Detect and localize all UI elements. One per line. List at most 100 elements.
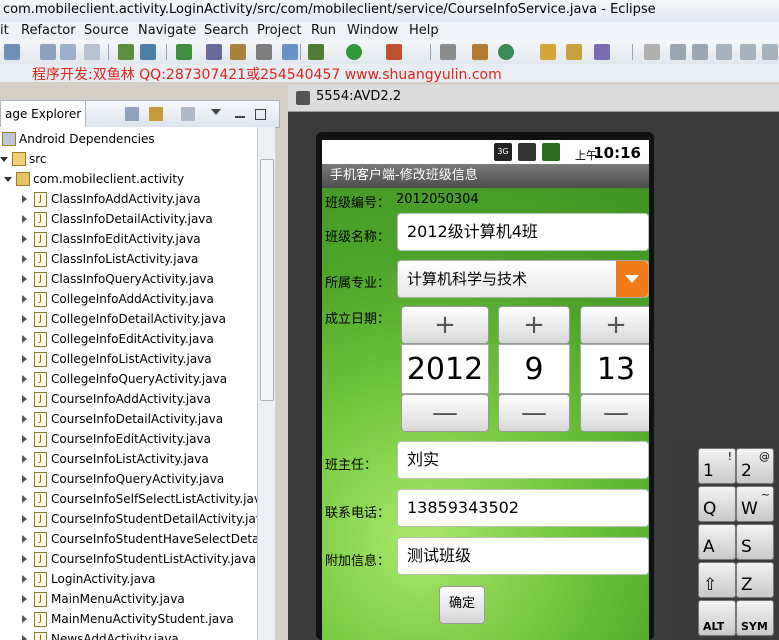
java-file-item[interactable]: J CollegeInfoAddActivity.java bbox=[0, 289, 257, 309]
java-file-item[interactable]: J CourseInfoSelfSelectListActivity.java bbox=[0, 489, 257, 509]
new-icon[interactable] bbox=[4, 44, 20, 60]
print-icon[interactable] bbox=[84, 44, 100, 60]
expand-right-icon[interactable] bbox=[22, 575, 27, 583]
key-a[interactable]: A bbox=[698, 524, 736, 560]
java-file-item[interactable]: J ClassInfoListActivity.java bbox=[0, 249, 257, 269]
lib-item[interactable]: Android Dependencies bbox=[0, 129, 257, 149]
java-file-item[interactable]: J CourseInfoStudentHaveSelectDeta bbox=[0, 529, 257, 549]
expand-right-icon[interactable] bbox=[22, 255, 27, 263]
expand-right-icon[interactable] bbox=[22, 455, 27, 463]
java-file-item[interactable]: J MainMenuActivity.java bbox=[0, 589, 257, 609]
expand-right-icon[interactable] bbox=[22, 515, 27, 523]
menu-item-navigate[interactable]: Navigate bbox=[138, 23, 196, 38]
maximize-icon[interactable] bbox=[255, 109, 266, 120]
scrollbar-thumb[interactable] bbox=[260, 159, 274, 401]
build-icon[interactable] bbox=[206, 44, 222, 60]
java-file-item[interactable]: J ClassInfoDetailActivity.java bbox=[0, 209, 257, 229]
folder-item[interactable]: src bbox=[0, 149, 257, 169]
pin-icon[interactable] bbox=[644, 44, 660, 60]
package-item[interactable]: com.mobileclient.activity bbox=[0, 169, 257, 189]
menu-item-edit[interactable]: it bbox=[0, 23, 9, 38]
month-minus-button[interactable]: — bbox=[498, 394, 570, 432]
key-alt[interactable]: ALT bbox=[698, 600, 736, 636]
last-edit-icon[interactable] bbox=[762, 44, 778, 60]
open-folder-icon[interactable] bbox=[540, 44, 556, 60]
expand-right-icon[interactable] bbox=[22, 555, 27, 563]
expand-right-icon[interactable] bbox=[22, 215, 27, 223]
external-tools-icon[interactable] bbox=[386, 44, 402, 60]
class-name-input[interactable]: 2012级计算机4班 bbox=[397, 213, 649, 251]
layout-icon[interactable] bbox=[282, 44, 298, 60]
java-file-item[interactable]: J CollegeInfoDetailActivity.java bbox=[0, 309, 257, 329]
confirm-button[interactable]: 确定 bbox=[439, 586, 485, 624]
key-z[interactable]: Z bbox=[736, 562, 774, 598]
java-file-item[interactable]: J CollegeInfoListActivity.java bbox=[0, 349, 257, 369]
teacher-input[interactable]: 刘实 bbox=[397, 441, 649, 479]
expand-right-icon[interactable] bbox=[22, 395, 27, 403]
day-minus-button[interactable]: — bbox=[580, 394, 649, 432]
next-annotation-icon[interactable] bbox=[670, 44, 686, 60]
debug-icon[interactable] bbox=[308, 44, 324, 60]
expand-right-icon[interactable] bbox=[22, 295, 27, 303]
key-sym[interactable]: SYM bbox=[736, 600, 774, 636]
key-q[interactable]: Q bbox=[698, 486, 736, 522]
java-file-item[interactable]: J CourseInfoAddActivity.java bbox=[0, 389, 257, 409]
chevron-down-icon[interactable] bbox=[211, 109, 221, 115]
java-file-item[interactable]: J CourseInfoListActivity.java bbox=[0, 449, 257, 469]
link-with-editor-icon[interactable] bbox=[149, 107, 163, 121]
android-sdk-icon[interactable] bbox=[118, 44, 134, 60]
java-file-item[interactable]: J CourseInfoQueryActivity.java bbox=[0, 469, 257, 489]
java-file-item[interactable]: J CollegeInfoQueryActivity.java bbox=[0, 369, 257, 389]
java-file-item[interactable]: J NewsAddActivity.java bbox=[0, 629, 257, 640]
year-minus-button[interactable]: — bbox=[401, 394, 489, 432]
java-file-item[interactable]: J ClassInfoQueryActivity.java bbox=[0, 269, 257, 289]
java-file-item[interactable]: J LoginActivity.java bbox=[0, 569, 257, 589]
year-value[interactable]: 2012 bbox=[401, 344, 489, 394]
minimize-icon[interactable] bbox=[235, 116, 245, 118]
key-w[interactable]: ~ W bbox=[736, 486, 774, 522]
expand-right-icon[interactable] bbox=[22, 195, 27, 203]
year-plus-button[interactable]: + bbox=[401, 306, 489, 344]
expand-right-icon[interactable] bbox=[22, 355, 27, 363]
month-plus-button[interactable]: + bbox=[498, 306, 570, 344]
key-2[interactable]: @2 bbox=[736, 448, 774, 484]
major-spinner[interactable]: 计算机科学与技术 bbox=[397, 260, 649, 298]
new-class-icon[interactable] bbox=[472, 44, 488, 60]
view-menu-icon[interactable] bbox=[181, 107, 195, 121]
expand-right-icon[interactable] bbox=[22, 595, 27, 603]
avd-manager-icon[interactable] bbox=[140, 44, 156, 60]
search-icon[interactable] bbox=[566, 44, 582, 60]
day-plus-button[interactable]: + bbox=[580, 306, 649, 344]
expand-right-icon[interactable] bbox=[22, 495, 27, 503]
menu-item-run[interactable]: Run bbox=[311, 23, 336, 38]
java-file-item[interactable]: J MainMenuActivityStudent.java bbox=[0, 609, 257, 629]
save-all-icon[interactable] bbox=[60, 44, 76, 60]
phone-input[interactable]: 13859343502 bbox=[397, 489, 649, 527]
new-package-icon[interactable] bbox=[498, 44, 514, 60]
menu-item-refactor[interactable]: Refactor bbox=[21, 23, 76, 38]
menu-item-window[interactable]: Window bbox=[347, 23, 398, 38]
key-1[interactable]: ! 1 bbox=[698, 448, 736, 484]
java-file-item[interactable]: J ClassInfoAddActivity.java bbox=[0, 189, 257, 209]
java-file-item[interactable]: J CollegeInfoEditActivity.java bbox=[0, 329, 257, 349]
expand-right-icon[interactable] bbox=[22, 535, 27, 543]
java-file-item[interactable]: J CourseInfoStudentDetailActivity.jav bbox=[0, 509, 257, 529]
expand-down-icon[interactable] bbox=[4, 177, 12, 182]
checkmark-icon[interactable] bbox=[176, 44, 192, 60]
java-file-item[interactable]: J CourseInfoStudentListActivity.java bbox=[0, 549, 257, 569]
prev-annotation-icon[interactable] bbox=[692, 44, 708, 60]
toggle-icon[interactable] bbox=[256, 44, 272, 60]
tab-package-explorer[interactable]: age Explorer bbox=[1, 101, 87, 127]
key-shift[interactable]: ⇧ bbox=[698, 562, 736, 598]
expand-right-icon[interactable] bbox=[22, 415, 27, 423]
expand-right-icon[interactable] bbox=[22, 235, 27, 243]
save-icon[interactable] bbox=[40, 44, 56, 60]
open-type-icon[interactable] bbox=[230, 44, 246, 60]
collapse-all-icon[interactable] bbox=[125, 107, 139, 121]
forward-icon[interactable] bbox=[740, 44, 756, 60]
expand-right-icon[interactable] bbox=[22, 315, 27, 323]
expand-right-icon[interactable] bbox=[22, 435, 27, 443]
key-s[interactable]: S bbox=[736, 524, 774, 560]
expand-down-icon[interactable] bbox=[0, 157, 8, 162]
expand-right-icon[interactable] bbox=[22, 275, 27, 283]
